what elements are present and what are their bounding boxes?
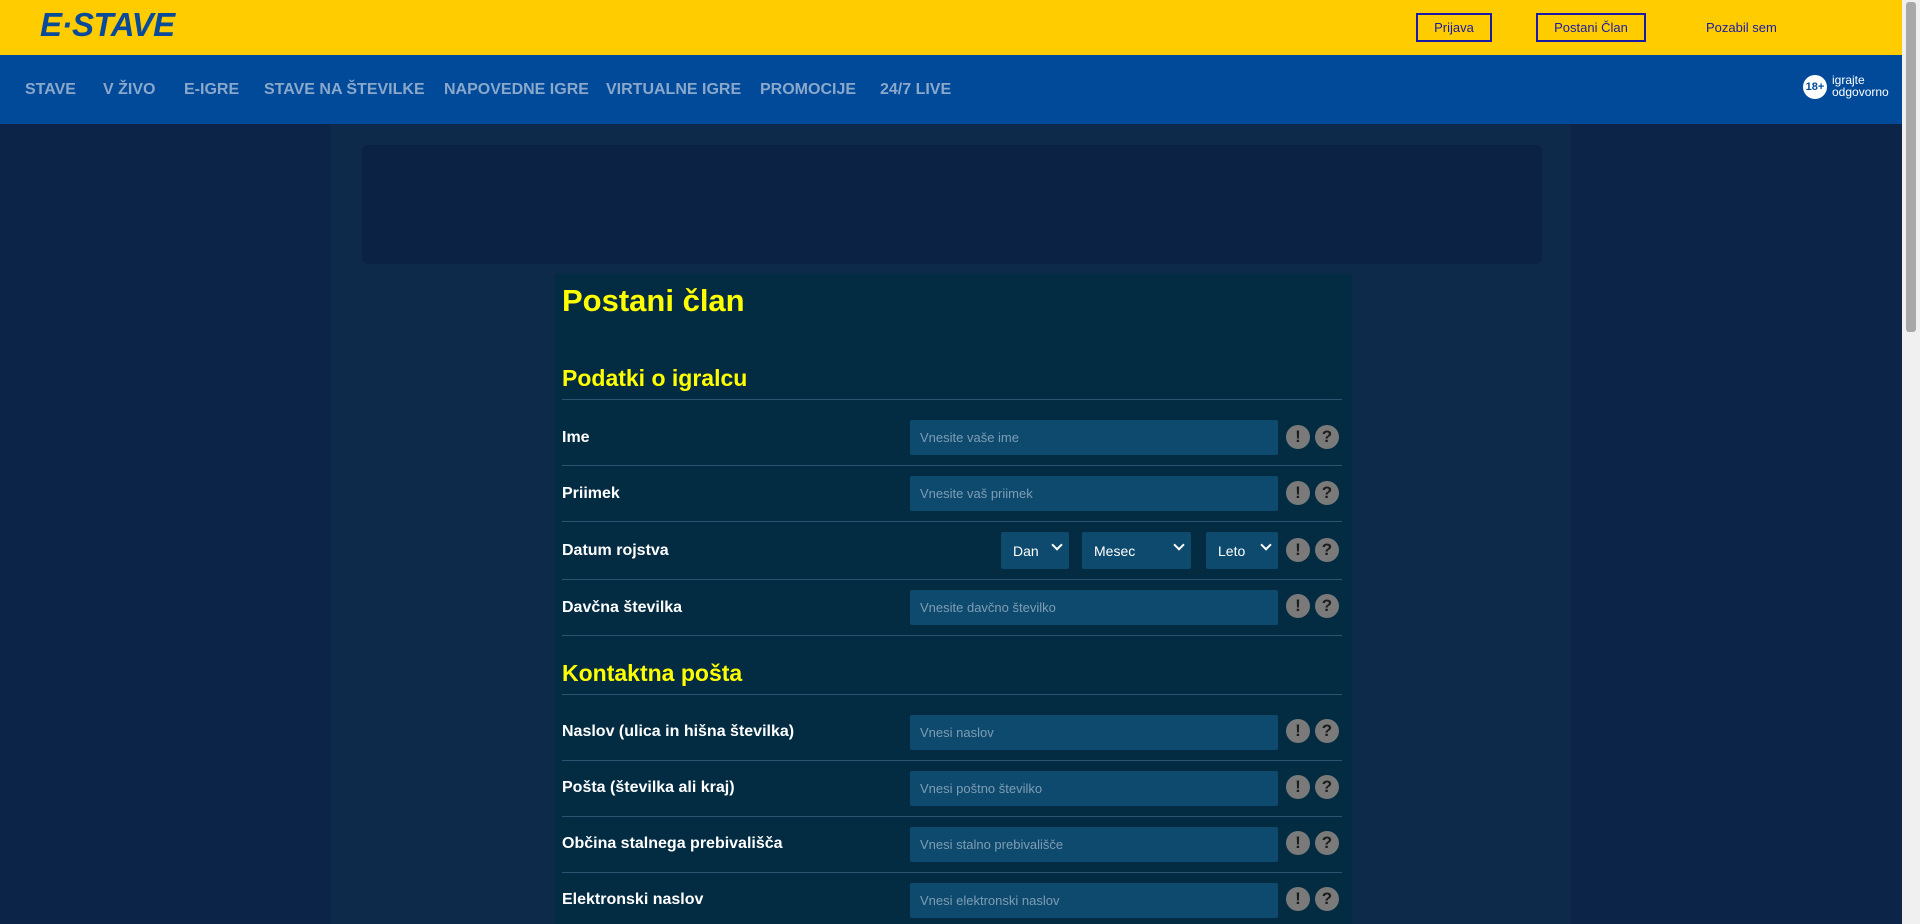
nav-item-napovedne-igre[interactable]: NAPOVEDNE IGRE xyxy=(444,81,589,99)
divider xyxy=(562,465,1342,466)
chevron-down-icon xyxy=(1051,539,1063,551)
first-name-label: Ime xyxy=(562,429,590,446)
day-select[interactable]: Dan xyxy=(1001,532,1069,569)
divider xyxy=(562,760,1342,761)
divider xyxy=(562,816,1342,817)
warning-icon[interactable]: ! xyxy=(1286,481,1310,505)
nav-item-v-zivo[interactable]: V ŽIVO xyxy=(103,81,155,99)
divider xyxy=(562,399,1342,400)
year-select[interactable]: Leto xyxy=(1206,532,1278,569)
nav-item-promocije[interactable]: PROMOCIJE xyxy=(760,81,856,99)
month-select-value: Mesec xyxy=(1094,542,1136,559)
divider xyxy=(562,694,1342,695)
warning-icon[interactable]: ! xyxy=(1286,594,1310,618)
last-name-label: Priimek xyxy=(562,485,620,502)
top-header: E·STAVE Prijava Postani Član Pozabil sem xyxy=(0,0,1902,55)
nav-item-e-igre[interactable]: E-IGRE xyxy=(184,81,239,99)
post-input[interactable] xyxy=(910,771,1278,806)
month-select[interactable]: Mesec xyxy=(1082,532,1191,569)
scrollbar-thumb[interactable] xyxy=(1906,2,1916,332)
warning-icon[interactable]: ! xyxy=(1286,425,1310,449)
tax-number-label: Davčna številka xyxy=(562,599,683,616)
help-icon[interactable]: ? xyxy=(1315,775,1339,799)
email-label: Elektronski naslov xyxy=(562,891,704,908)
page-scrollbar[interactable] xyxy=(1902,0,1920,924)
nav-item-247-live[interactable]: 24/7 LIVE xyxy=(880,81,951,99)
year-select-value: Leto xyxy=(1218,542,1246,559)
address-label: Naslov (ulica in hišna številka) xyxy=(562,723,795,740)
divider xyxy=(562,521,1342,522)
site-logo[interactable]: E·STAVE xyxy=(40,6,175,44)
section-heading-player: Podatki o igralcu xyxy=(562,365,748,391)
divider xyxy=(562,635,1342,636)
age-18-icon[interactable]: 18+ xyxy=(1803,75,1827,99)
tax-number-input[interactable] xyxy=(910,590,1278,625)
day-select-value: Dan xyxy=(1013,542,1039,559)
help-icon[interactable]: ? xyxy=(1315,831,1339,855)
help-icon[interactable]: ? xyxy=(1315,425,1339,449)
help-icon[interactable]: ? xyxy=(1315,481,1339,505)
post-label: Pošta (številka ali kraj) xyxy=(562,779,735,796)
warning-icon[interactable]: ! xyxy=(1286,887,1310,911)
address-input[interactable] xyxy=(910,715,1278,750)
municipality-input[interactable] xyxy=(910,827,1278,862)
last-name-input[interactable] xyxy=(910,476,1278,511)
banner-area xyxy=(362,145,1542,264)
help-icon[interactable]: ? xyxy=(1315,719,1339,743)
chevron-down-icon xyxy=(1173,539,1185,551)
section-heading-contact: Kontaktna pošta xyxy=(562,660,743,686)
warning-icon[interactable]: ! xyxy=(1286,775,1310,799)
chevron-down-icon xyxy=(1260,539,1272,551)
birth-date-label: Datum rojstva xyxy=(562,542,669,559)
register-button[interactable]: Postani Član xyxy=(1536,13,1646,42)
forgot-link[interactable]: Pozabil sem xyxy=(1706,20,1777,35)
main-nav: STAVE V ŽIVO E-IGRE STAVE NA ŠTEVILKE NA… xyxy=(0,55,1902,124)
divider xyxy=(562,872,1342,873)
login-button[interactable]: Prijava xyxy=(1416,13,1492,42)
email-input[interactable] xyxy=(910,883,1278,918)
page-title: Postani član xyxy=(562,283,745,318)
nav-item-stave-na-stevilke[interactable]: STAVE NA ŠTEVILKE xyxy=(264,81,425,99)
responsible-gaming-link[interactable]: igrajte odgovorno xyxy=(1832,74,1889,98)
warning-icon[interactable]: ! xyxy=(1286,831,1310,855)
help-icon[interactable]: ? xyxy=(1315,887,1339,911)
nav-item-stave[interactable]: STAVE xyxy=(25,81,76,99)
municipality-label: Občina stalnega prebivališča xyxy=(562,835,783,852)
warning-icon[interactable]: ! xyxy=(1286,538,1310,562)
warning-icon[interactable]: ! xyxy=(1286,719,1310,743)
responsible-line-2: odgovorno xyxy=(1832,85,1889,99)
divider xyxy=(562,579,1342,580)
help-icon[interactable]: ? xyxy=(1315,594,1339,618)
help-icon[interactable]: ? xyxy=(1315,538,1339,562)
first-name-input[interactable] xyxy=(910,420,1278,455)
nav-item-virtualne-igre[interactable]: VIRTUALNE IGRE xyxy=(606,81,741,99)
